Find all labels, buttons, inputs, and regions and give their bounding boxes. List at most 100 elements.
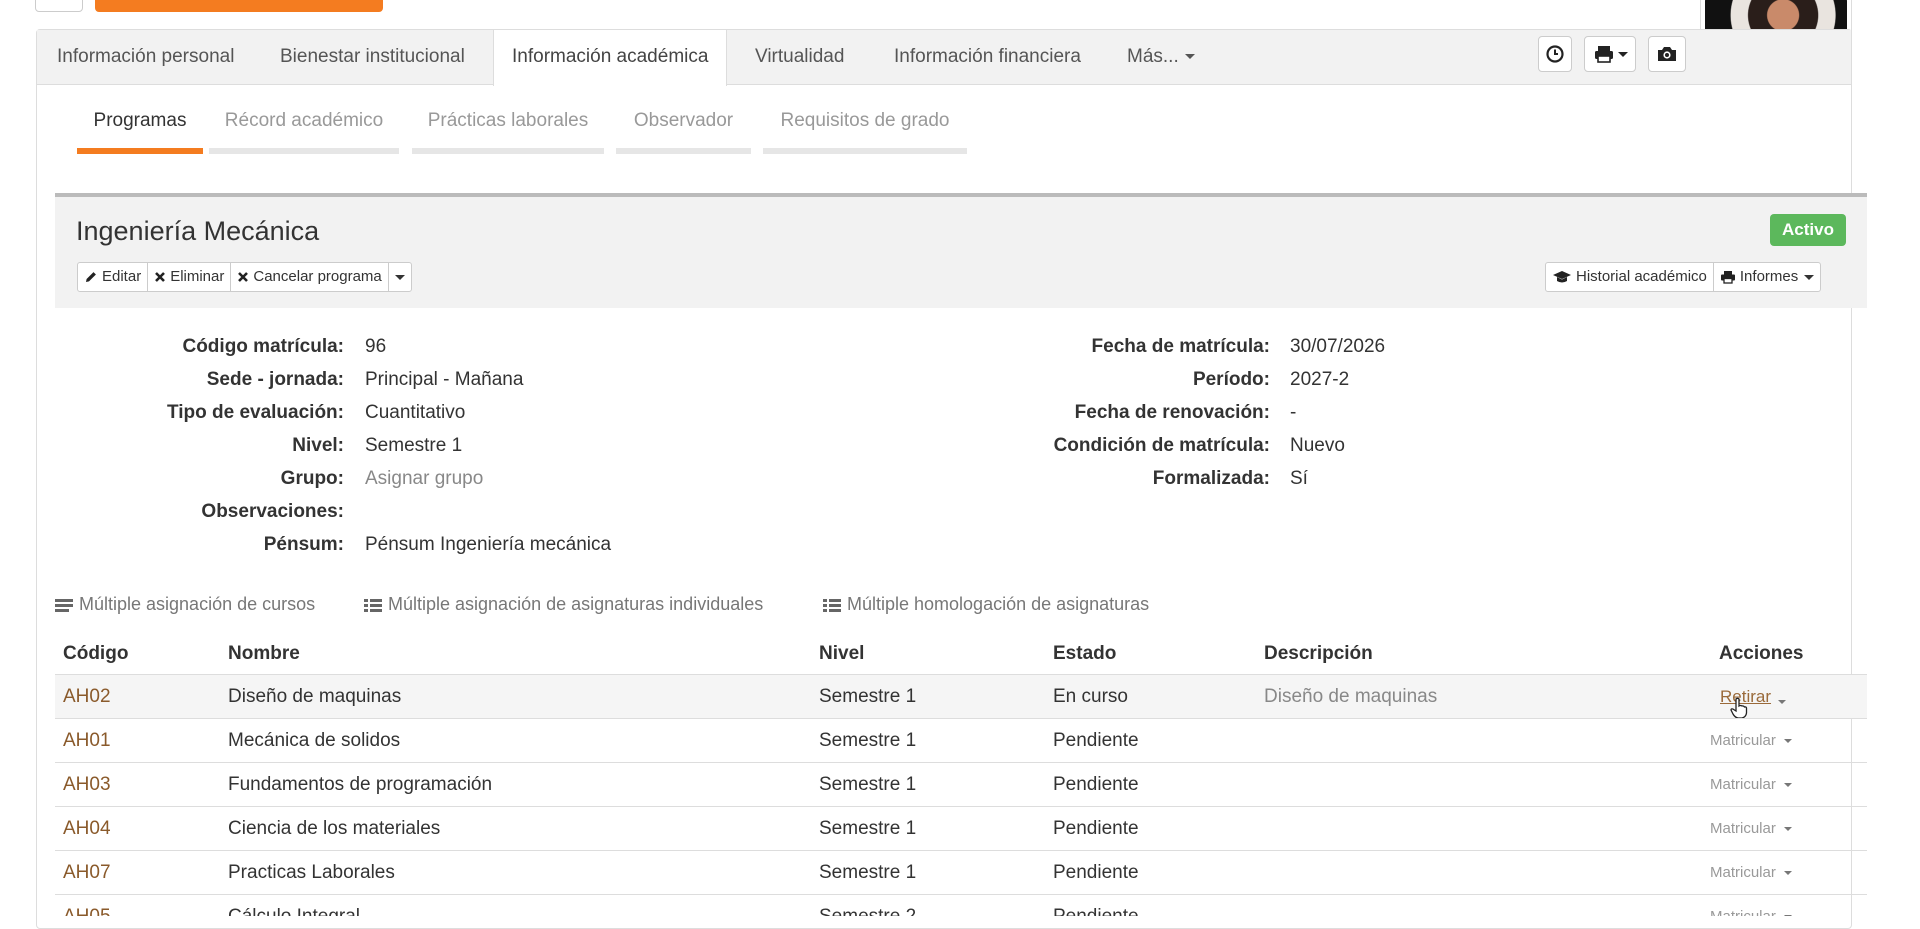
tab-virtualidad[interactable]: Virtualidad [737, 30, 862, 84]
subtab-label: Requisitos de grado [780, 110, 950, 131]
enroll-dropdown[interactable]: Matricular [1710, 776, 1792, 793]
column-header-actions: Acciones [1719, 643, 1804, 664]
table-row: AH02 Diseño de maquinas Semestre 1 En cu… [55, 674, 1867, 719]
close-icon [155, 272, 166, 282]
print-button[interactable] [1584, 36, 1636, 72]
formalized-value: Sí [1290, 468, 1308, 489]
subtab-record-academico[interactable]: Récord académico [209, 110, 399, 132]
assign-group-link[interactable]: Asignar grupo [365, 468, 483, 490]
renewal-date-value: - [1290, 402, 1297, 423]
subtab-label: Prácticas laborales [427, 110, 589, 131]
evaluation-type-value: Cuantitativo [365, 402, 466, 423]
chevron-down-icon [1804, 274, 1815, 280]
detail-label: Nivel: [292, 435, 344, 456]
program-actions-group: Editar Eliminar Cancelar programa [77, 262, 412, 292]
campus-shift-value: Principal - Mañana [365, 369, 524, 390]
row-name: Ciencia de los materiales [228, 818, 441, 839]
tab-label: Bienestar institucional [280, 46, 465, 67]
edit-button[interactable]: Editar [78, 263, 149, 291]
row-level: Semestre 1 [819, 774, 917, 795]
tab-informacion-personal[interactable]: Información personal [39, 30, 252, 84]
subtab-indicator [412, 148, 604, 154]
delete-button[interactable]: Eliminar [148, 263, 232, 291]
tab-informacion-academica[interactable]: Información académica [493, 30, 728, 86]
reports-dropdown[interactable]: Informes [1714, 263, 1820, 291]
hand-cursor-icon [1730, 697, 1748, 719]
row-level: Semestre 1 [819, 818, 917, 839]
row-status: Pendiente [1053, 906, 1139, 916]
enrollment-code-value: 96 [365, 336, 387, 357]
row-level: Semestre 2 [819, 906, 916, 916]
subtab-programas[interactable]: Programas [77, 110, 203, 132]
subtab-requisitos-de-grado[interactable]: Requisitos de grado [763, 110, 967, 132]
tab-mas[interactable]: Más... [1109, 30, 1213, 84]
list-icon [823, 598, 841, 612]
printer-icon [1720, 271, 1735, 284]
pensum-value: Pénsum Ingeniería mecánica [365, 534, 612, 555]
bulk-homologation-label: Múltiple homologación de asignaturas [847, 594, 1150, 614]
row-code: AH01 [63, 730, 111, 751]
table-row: AH01 Mecánica de solidos Semestre 1 Pend… [55, 718, 1867, 762]
program-title: Ingeniería Mecánica [76, 216, 320, 246]
program-right-actions: Historial académico Informes [1545, 262, 1822, 292]
detail-label: Período: [1192, 369, 1270, 390]
camera-icon [1658, 47, 1676, 61]
subtab-label: Récord académico [224, 110, 384, 131]
enroll-dropdown[interactable]: Matricular [1710, 820, 1792, 837]
top-back-button[interactable] [35, 0, 83, 12]
enroll-dropdown[interactable]: Matricular [1710, 732, 1792, 749]
academic-history-label: Historial académico [1576, 268, 1707, 285]
subtab-indicator [616, 148, 751, 154]
enroll-label: Matricular [1710, 776, 1776, 793]
close-icon [238, 272, 249, 282]
subtab-observador[interactable]: Observador [616, 110, 751, 132]
bulk-assign-courses-link[interactable]: Múltiple asignación de cursos [55, 594, 315, 615]
subtab-practicas-laborales[interactable]: Prácticas laborales [412, 110, 604, 132]
bulk-assign-subjects-link[interactable]: Múltiple asignación de asignaturas indiv… [364, 594, 763, 615]
row-action-dropdown[interactable] [1778, 691, 1786, 713]
enroll-dropdown[interactable]: Matricular [1710, 864, 1792, 881]
camera-button[interactable] [1648, 36, 1686, 72]
academic-history-button[interactable]: Historial académico [1546, 263, 1714, 291]
more-actions-dropdown[interactable] [389, 263, 411, 291]
top-primary-button[interactable] [95, 0, 383, 12]
bulk-assign-subjects-label: Múltiple asignación de asignaturas indiv… [388, 594, 764, 614]
chevron-down-icon [1783, 871, 1792, 876]
pencil-icon [86, 272, 96, 282]
enroll-label: Matricular [1710, 908, 1776, 916]
detail-label: Formalizada: [1152, 468, 1270, 489]
table-row: AH05 Cálculo Integral Semestre 2 Pendien… [55, 894, 1867, 916]
tab-label: Información personal [57, 46, 235, 67]
row-name: Practicas Laborales [228, 862, 395, 883]
cancel-program-button[interactable]: Cancelar programa [231, 263, 389, 291]
row-name: Fundamentos de programación [228, 774, 493, 795]
tab-informacion-financiera[interactable]: Información financiera [876, 30, 1099, 84]
chevron-down-icon [1783, 783, 1792, 788]
bulk-homologation-link[interactable]: Múltiple homologación de asignaturas [823, 594, 1149, 615]
detail-label: Grupo: [280, 468, 344, 489]
subtab-indicator [77, 148, 203, 154]
period-value: 2027-2 [1290, 369, 1350, 390]
subtab-indicator [763, 148, 967, 154]
row-name: Diseño de maquinas [228, 686, 402, 707]
row-status: Pendiente [1053, 730, 1139, 751]
row-status: Pendiente [1053, 862, 1139, 883]
list-icon [55, 598, 73, 612]
column-header-level: Nivel [819, 643, 865, 664]
tab-bienestar-institucional[interactable]: Bienestar institucional [262, 30, 483, 84]
tab-label: Información financiera [894, 46, 1081, 67]
detail-label: Condición de matrícula: [1053, 435, 1270, 456]
table-row: AH04 Ciencia de los materiales Semestre … [55, 806, 1867, 850]
enroll-label: Matricular [1710, 864, 1776, 881]
column-header-description: Descripción [1264, 643, 1373, 664]
row-level: Semestre 1 [819, 862, 917, 883]
row-name: Cálculo Integral [228, 906, 360, 916]
chevron-down-icon [1778, 699, 1786, 704]
reports-label: Informes [1739, 268, 1799, 285]
column-header-status: Estado [1053, 643, 1117, 664]
row-status: Pendiente [1053, 774, 1139, 795]
edit-label: Editar [102, 268, 142, 285]
history-button[interactable] [1538, 36, 1572, 72]
enroll-dropdown[interactable]: Matricular [1710, 908, 1792, 916]
enroll-label: Matricular [1710, 820, 1776, 837]
